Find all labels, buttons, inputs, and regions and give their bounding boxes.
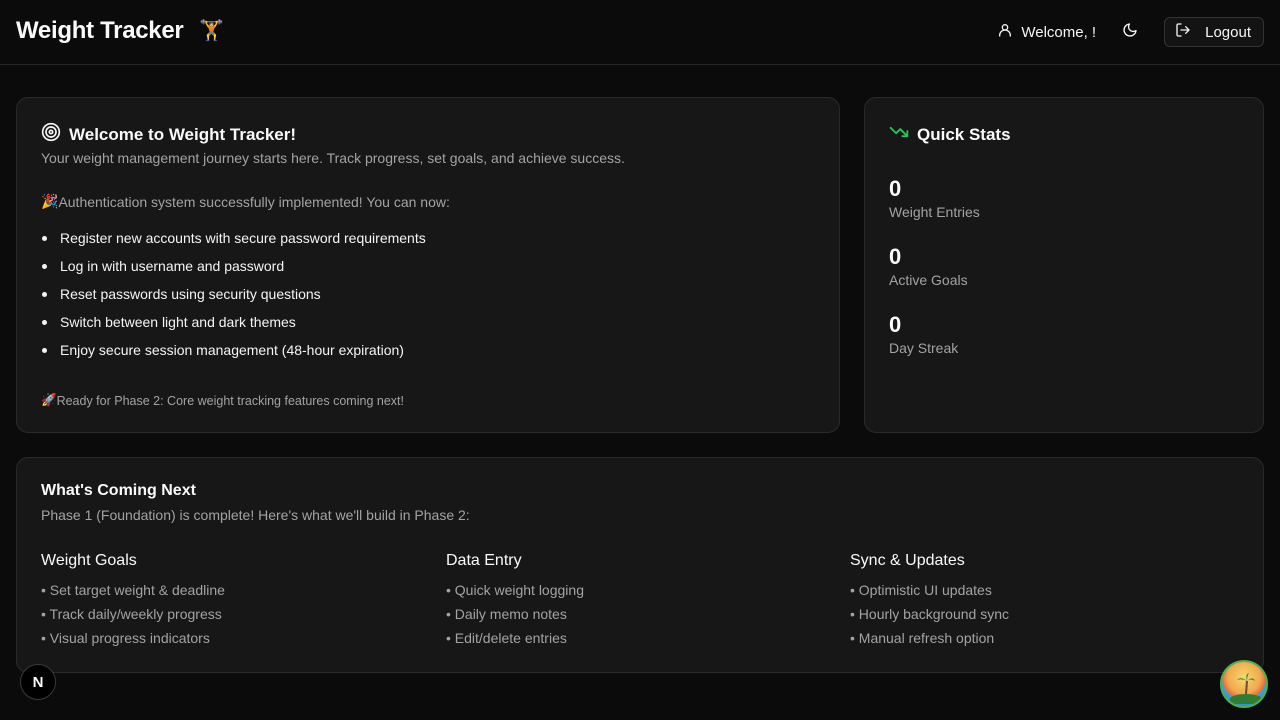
assistant-avatar-button[interactable] bbox=[1220, 660, 1268, 708]
auth-status-text: Authentication system successfully imple… bbox=[58, 193, 450, 210]
coming-next-card: What's Coming Next Phase 1 (Foundation) … bbox=[16, 457, 1264, 673]
app-title: Weight Tracker bbox=[16, 17, 184, 44]
stat-label: Day Streak bbox=[889, 340, 959, 356]
list-item: Reset passwords using security questions bbox=[41, 284, 426, 312]
user-welcome: Welcome, ! bbox=[997, 22, 1096, 42]
list-item: • Manual refresh option bbox=[850, 630, 995, 646]
header-actions: Welcome, ! Logout bbox=[997, 16, 1264, 48]
rocket-emoji: 🚀 bbox=[41, 393, 57, 407]
trending-down-icon bbox=[889, 122, 909, 147]
column-title: Sync & Updates bbox=[850, 552, 965, 569]
theme-toggle-button[interactable] bbox=[1114, 16, 1146, 48]
list-item: • Hourly background sync bbox=[850, 606, 1009, 622]
auth-status: 🎉 Authentication system successfully imp… bbox=[41, 193, 450, 210]
stat-value: 0 bbox=[889, 312, 902, 337]
welcome-card-description: Your weight management journey starts he… bbox=[41, 150, 625, 166]
welcome-card-header: Welcome to Weight Tracker! bbox=[41, 122, 296, 147]
list-item: Log in with username and password bbox=[41, 256, 426, 284]
list-item: • Visual progress indicators bbox=[41, 630, 210, 646]
welcome-card: Welcome to Weight Tracker! Your weight m… bbox=[16, 97, 840, 433]
weightlifter-emoji: 🏋️ bbox=[199, 20, 225, 42]
list-item: • Set target weight & deadline bbox=[41, 582, 225, 598]
list-item: • Quick weight logging bbox=[446, 582, 584, 598]
stat-value: 0 bbox=[889, 176, 902, 201]
coming-next-description: Phase 1 (Foundation) is complete! Here's… bbox=[41, 507, 470, 523]
stat-label: Weight Entries bbox=[889, 204, 980, 220]
stat-active-goals: 0 Active Goals bbox=[889, 244, 968, 288]
column-data-entry: Data Entry • Quick weight logging • Dail… bbox=[446, 552, 826, 652]
quick-stats-header: Quick Stats bbox=[889, 122, 1011, 147]
column-weight-goals: Weight Goals • Set target weight & deadl… bbox=[41, 552, 421, 652]
logout-label: Logout bbox=[1205, 23, 1251, 41]
welcome-card-title: Welcome to Weight Tracker! bbox=[69, 124, 297, 144]
party-emoji: 🎉 bbox=[41, 193, 59, 209]
column-sync-updates: Sync & Updates • Optimistic UI updates •… bbox=[850, 552, 1230, 652]
quick-stats-card: Quick Stats 0 Weight Entries 0 Active Go… bbox=[864, 97, 1264, 433]
palm-tree-icon bbox=[1237, 673, 1255, 695]
app-header: Weight Tracker 🏋️ Welcome, ! Logout bbox=[0, 0, 1280, 65]
list-item: • Daily memo notes bbox=[446, 606, 567, 622]
dev-badge-label: N bbox=[32, 673, 44, 691]
list-item: • Track daily/weekly progress bbox=[41, 606, 222, 622]
brand: Weight Tracker 🏋️ bbox=[16, 17, 224, 45]
stat-value: 0 bbox=[889, 244, 902, 269]
feature-list: Register new accounts with secure passwo… bbox=[41, 228, 426, 368]
stat-weight-entries: 0 Weight Entries bbox=[889, 176, 980, 220]
list-item: • Edit/delete entries bbox=[446, 630, 567, 646]
logout-icon bbox=[1175, 22, 1191, 42]
user-icon bbox=[997, 22, 1013, 42]
list-item: Enjoy secure session management (48-hour… bbox=[41, 340, 426, 368]
phase-note: 🚀 Ready for Phase 2: Core weight trackin… bbox=[41, 393, 404, 408]
stat-day-streak: 0 Day Streak bbox=[889, 312, 958, 356]
welcome-text: Welcome, ! bbox=[1021, 23, 1097, 41]
phase-note-text: Ready for Phase 2: Core weight tracking … bbox=[56, 393, 404, 408]
list-item: Register new accounts with secure passwo… bbox=[41, 228, 426, 256]
dev-tools-button[interactable]: N bbox=[20, 664, 56, 700]
list-item: Switch between light and dark themes bbox=[41, 312, 426, 340]
coming-next-title: What's Coming Next bbox=[41, 482, 196, 499]
column-title: Data Entry bbox=[446, 552, 522, 569]
quick-stats-title: Quick Stats bbox=[917, 124, 1011, 144]
stat-label: Active Goals bbox=[889, 272, 968, 288]
column-title: Weight Goals bbox=[41, 552, 137, 569]
moon-icon bbox=[1122, 22, 1138, 43]
target-icon bbox=[41, 122, 61, 147]
list-item: • Optimistic UI updates bbox=[850, 582, 992, 598]
logout-button[interactable]: Logout bbox=[1164, 17, 1264, 47]
